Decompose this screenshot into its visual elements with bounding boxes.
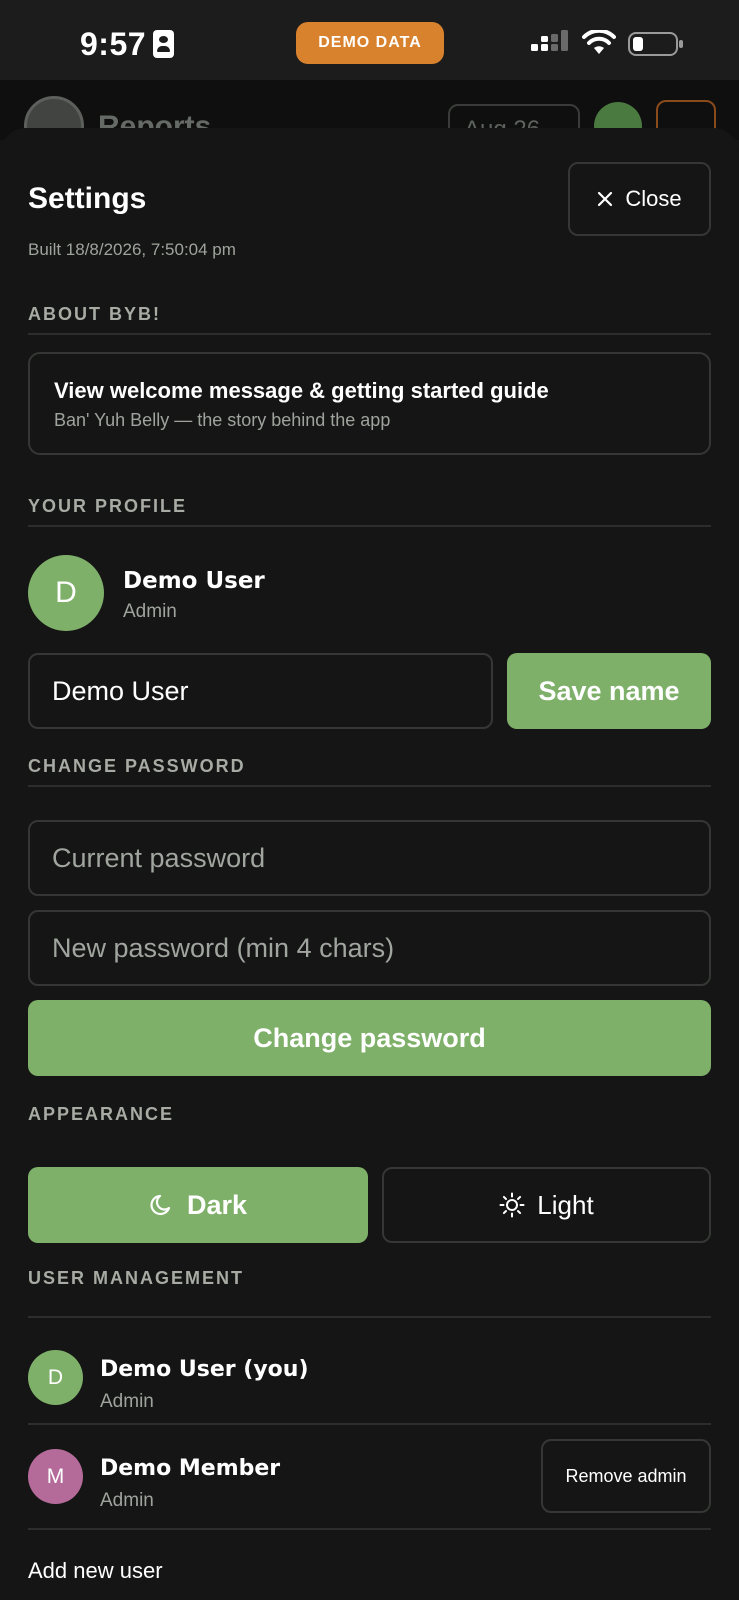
close-button[interactable]: Close [568,162,711,236]
divider [28,333,711,335]
profile-heading: YOUR PROFILE [28,496,188,516]
status-time: 9:57 [80,26,147,62]
current-password-input[interactable] [28,820,711,896]
wifi-icon [582,30,616,54]
settings-title: Settings [28,182,147,215]
display-name-input[interactable] [28,653,493,729]
welcome-guide-title: View welcome message & getting started g… [54,378,549,403]
moon-icon [150,1194,171,1216]
user-role: Admin [100,1490,154,1511]
user-role: Admin [100,1391,154,1412]
user-avatar: D [28,1350,83,1405]
user-name: Demo User (you) [100,1357,309,1382]
profile-avatar: D [28,555,104,631]
appearance-heading: APPEARANCE [28,1104,175,1124]
settings-sheet: Settings Close Built 18/8/2026, 7:50:04 … [0,128,739,1600]
welcome-guide-card[interactable]: View welcome message & getting started g… [28,352,711,455]
light-theme-label: Light [537,1189,594,1220]
user-management-heading: USER MANAGEMENT [28,1268,245,1288]
about-heading: ABOUT BYB! [28,304,161,324]
user-avatar: M [28,1449,83,1504]
save-name-button[interactable]: Save name [507,653,711,729]
remove-admin-button[interactable]: Remove admin [541,1439,711,1513]
dark-theme-button[interactable]: Dark [28,1167,368,1243]
cellular-signal-icon [531,30,568,51]
new-password-input[interactable] [28,910,711,986]
dark-theme-label: Dark [186,1189,248,1220]
welcome-guide-subtitle: Ban' Yuh Belly — the story behind the ap… [54,410,391,430]
sun-icon [499,1192,525,1218]
divider [28,1316,711,1318]
profile-name: Demo User [123,568,265,594]
change-password-button[interactable]: Change password [28,1000,711,1076]
add-new-user-link[interactable]: Add new user [28,1558,163,1584]
status-bar: 9:57 DEMO DATA [0,0,739,80]
profile-role: Admin [123,601,177,622]
demo-data-badge: DEMO DATA [296,22,444,64]
light-theme-button[interactable]: Light [382,1167,711,1243]
divider [28,525,711,527]
divider [28,785,711,787]
divider [28,1423,711,1425]
divider [28,1528,711,1530]
password-heading: CHANGE PASSWORD [28,756,246,776]
contact-card-icon [153,30,174,58]
build-info: Built 18/8/2026, 7:50:04 pm [28,240,236,259]
close-label: Close [625,186,682,211]
user-name: Demo Member [100,1456,281,1481]
battery-icon [628,32,683,56]
close-icon [598,191,613,207]
